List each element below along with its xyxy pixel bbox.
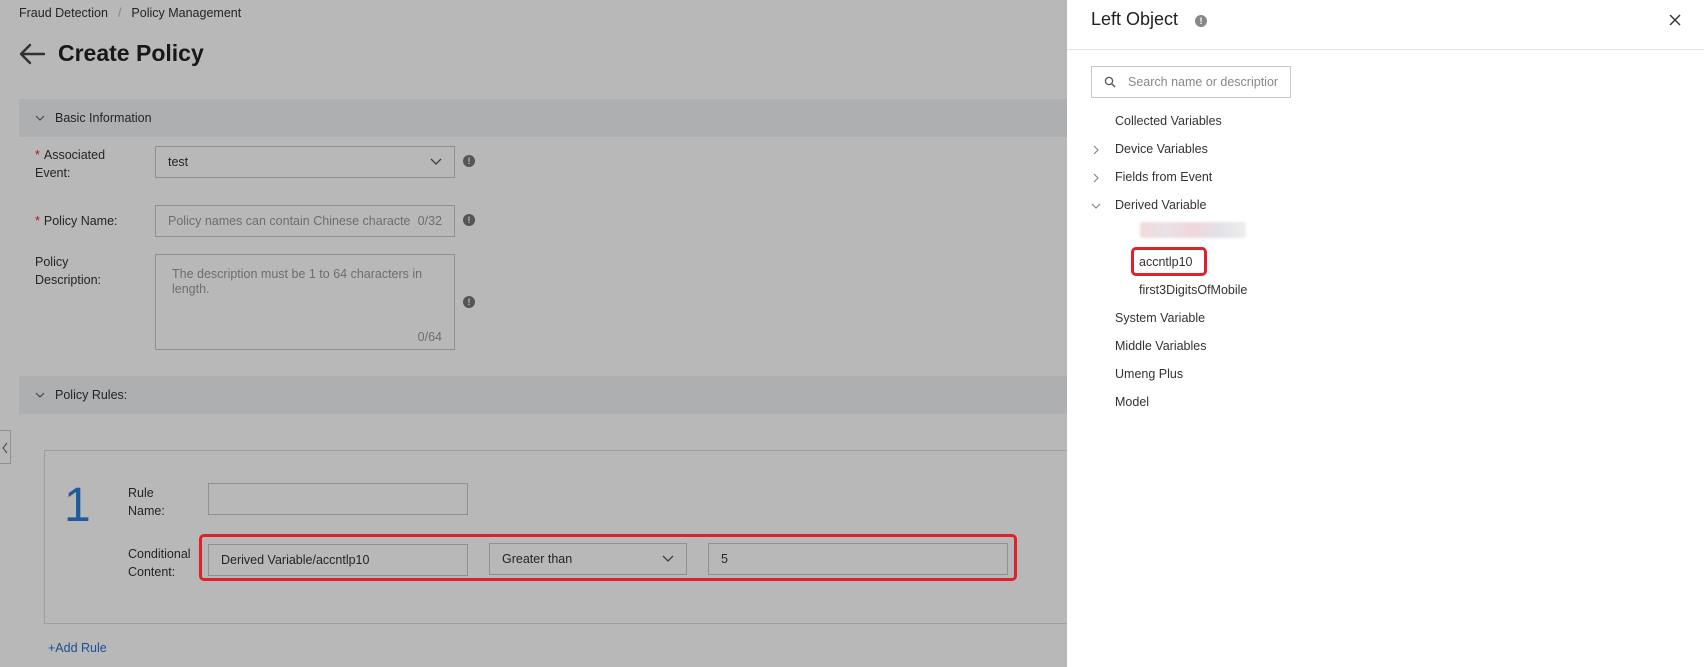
tree-item-model[interactable]: Model [1115, 392, 1149, 412]
chevron-right-icon[interactable] [1091, 145, 1101, 155]
close-icon[interactable] [1668, 13, 1682, 27]
search-input[interactable] [1128, 75, 1278, 89]
drawer-title: Left Object [1091, 9, 1179, 29]
drawer-header: Left Object ! [1067, 0, 1704, 50]
tree-item-first3digitsofmobile[interactable]: first3DigitsOfMobile [1139, 280, 1247, 300]
highlight-accntlp10 [1131, 247, 1207, 276]
tree-item-fields-from-event[interactable]: Fields from Event [1115, 167, 1212, 187]
tree-item-derived-variable[interactable]: Derived Variable [1115, 195, 1206, 215]
tree-item-device-variables[interactable]: Device Variables [1115, 139, 1208, 159]
search-box[interactable] [1091, 66, 1291, 98]
highlight-condition-row [199, 534, 1017, 581]
chevron-down-icon[interactable] [1091, 201, 1101, 211]
tree-item-middle-variables[interactable]: Middle Variables [1115, 336, 1206, 356]
search-icon [1104, 76, 1116, 88]
help-icon[interactable]: ! [1195, 15, 1207, 27]
tree-item-collected-variables[interactable]: Collected Variables [1115, 111, 1222, 131]
tree-item-system-variable[interactable]: System Variable [1115, 308, 1205, 328]
redacted-tree-item[interactable] [1140, 222, 1246, 238]
chevron-right-icon[interactable] [1091, 173, 1101, 183]
left-object-drawer: Left Object ! [1067, 0, 1704, 667]
tree-item-umeng-plus[interactable]: Umeng Plus [1115, 364, 1183, 384]
